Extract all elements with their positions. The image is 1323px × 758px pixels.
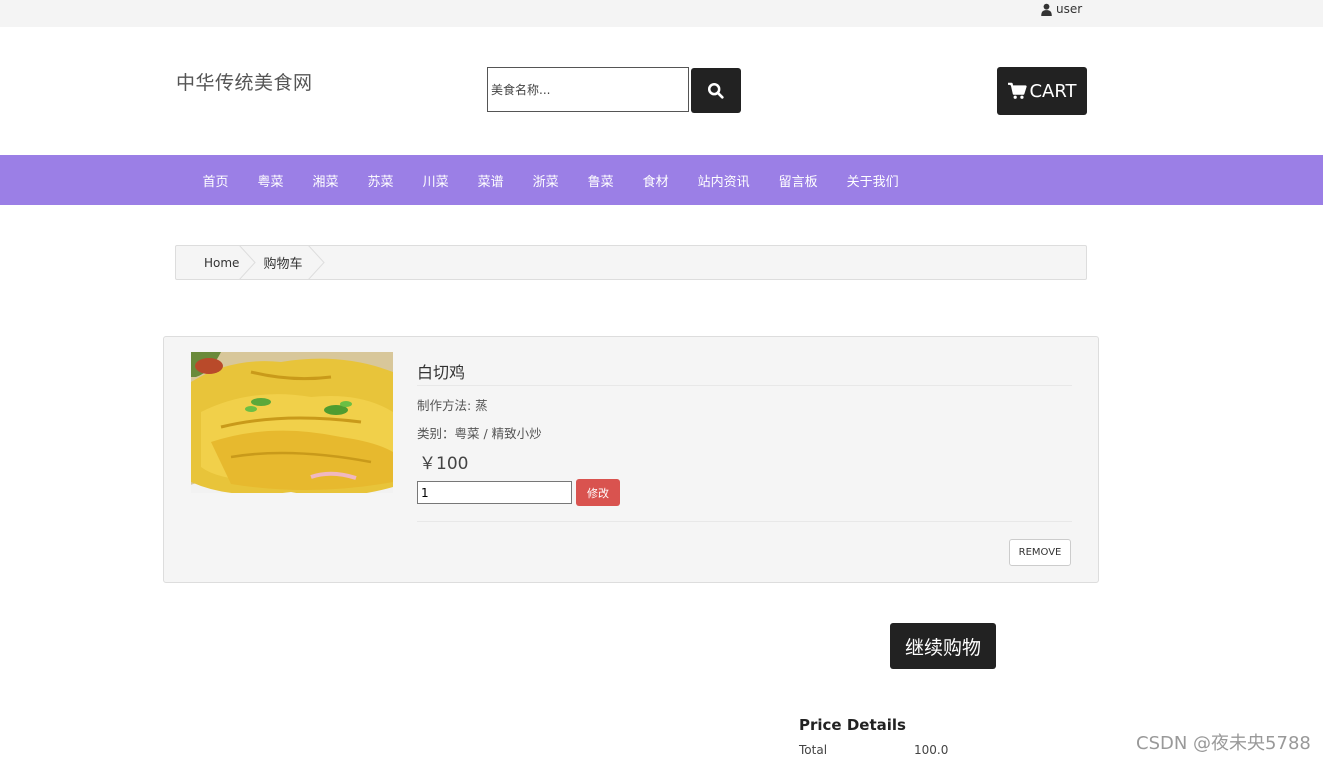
nav-item-zhejiang[interactable]: 浙菜 [518,171,573,190]
price-details-title: Price Details [799,716,906,734]
modify-button[interactable]: 修改 [576,479,620,506]
remove-button[interactable]: REMOVE [1009,539,1071,566]
top-bar: user [0,0,1323,27]
nav-item-news[interactable]: 站内资讯 [683,171,764,190]
total-value: 100.0 [914,743,949,757]
product-image[interactable] [191,352,393,493]
nav-item-shandong[interactable]: 鲁菜 [573,171,628,190]
site-title[interactable]: 中华传统美食网 [176,68,313,95]
continue-shopping-button[interactable]: 继续购物 [890,623,996,669]
user-label: user [1056,2,1083,16]
user-icon [1041,3,1052,16]
breadcrumb-home[interactable]: Home [176,246,259,279]
nav-list: 首页 粤菜 湘菜 苏菜 川菜 菜谱 浙菜 鲁菜 食材 站内资讯 留言板 关于我们 [188,155,913,205]
search-icon [707,82,724,99]
breadcrumb: Home 购物车 [175,245,1087,280]
nav-item-sichuan[interactable]: 川菜 [408,171,463,190]
watermark: CSDN @夜未央5788 [1136,733,1311,754]
search-input[interactable] [487,67,689,112]
nav-item-cantonese[interactable]: 粤菜 [243,171,298,190]
nav-item-guestbook[interactable]: 留言板 [764,171,832,190]
main-nav: 首页 粤菜 湘菜 苏菜 川菜 菜谱 浙菜 鲁菜 食材 站内资讯 留言板 关于我们 [0,155,1323,205]
quantity-input[interactable] [417,481,572,504]
cart-button[interactable]: CART [997,67,1087,115]
divider [417,385,1072,386]
nav-item-ingredients[interactable]: 食材 [628,171,683,190]
nav-item-about[interactable]: 关于我们 [832,171,913,190]
search-button[interactable] [691,68,741,113]
nav-item-home[interactable]: 首页 [188,171,243,190]
total-label: Total [799,743,828,757]
nav-item-hunan[interactable]: 湘菜 [298,171,353,190]
chevron-right-icon [308,245,326,280]
cart-item-card: 白切鸡 制作方法: 蒸 类别：粤菜 / 精致小炒 ￥100 修改 REMOVE [163,336,1099,583]
product-price: ￥100 [419,454,469,474]
divider [417,521,1072,522]
breadcrumb-current: 购物车 [263,257,303,272]
nav-item-jiangsu[interactable]: 苏菜 [353,171,408,190]
product-name[interactable]: 白切鸡 [417,359,465,383]
nav-item-recipes[interactable]: 菜谱 [463,171,518,190]
chicken-dish-image [191,352,393,493]
product-method: 制作方法: 蒸 [417,398,488,413]
cart-label: CART [1029,80,1077,102]
product-category: 类别：粤菜 / 精致小炒 [417,426,542,441]
user-link[interactable]: user [1040,2,1082,16]
cart-icon [1008,82,1028,99]
